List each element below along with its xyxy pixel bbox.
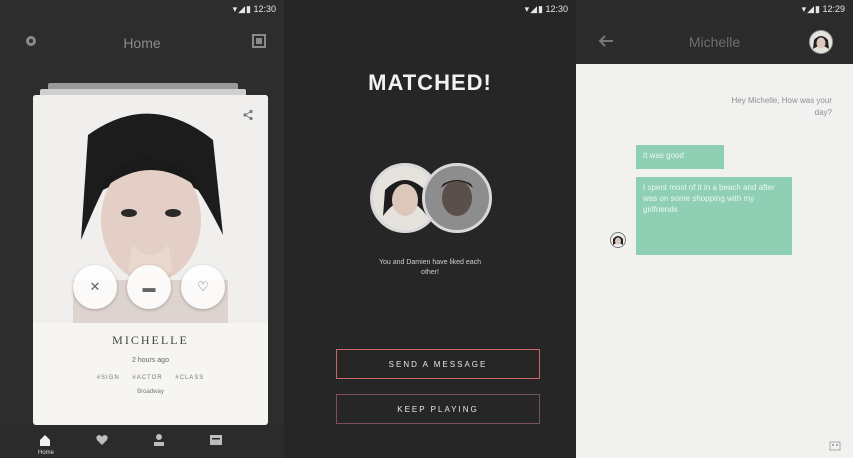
keep-playing-button[interactable]: KEEP PLAYING [336,394,540,424]
home-app-bar: Home [0,22,284,62]
status-bar: ▾◢▮ 12:30 [0,0,284,18]
home-screen: ▾◢▮ 12:30 Home ✕ ▬ ♡ MICHELLE 2 hours ag… [0,0,284,458]
status-bar: ▾◢▮ 12:29 [576,0,853,18]
message-button[interactable]: ▬ [127,265,171,309]
status-bar: ▾◢▮ 12:30 [284,0,576,18]
match-description: You and Damien have liked each other! [378,259,482,276]
dislike-button[interactable]: ✕ [73,265,117,309]
heart-icon: ♡ [197,279,209,294]
status-time: 12:30 [545,4,568,14]
send-message-button[interactable]: SEND A MESSAGE [336,349,540,379]
message-bubble: I spent most of it in a beach and after … [636,177,792,255]
profile-icon[interactable] [152,433,166,447]
signal-icons: ▾◢▮ [232,4,252,14]
tag: #SIGN [96,375,120,381]
chat-icon: ▬ [142,279,156,295]
qr-icon[interactable] [252,34,266,48]
status-time: 12:29 [822,4,845,14]
matches-icon[interactable] [95,433,109,447]
match-avatar [422,163,492,233]
chat-app-bar: Michelle [576,18,853,64]
matched-screen: ▾◢▮ 12:30 MATCHED! You and Damien have l… [284,0,576,458]
chat-screen: ▾◢▮ 12:29 Michelle Hey Michelle, How was… [576,0,853,458]
profile-tags: #SIGN #ACTOR #CLASS [33,375,268,381]
like-button[interactable]: ♡ [181,265,225,309]
sender-avatar [610,232,626,248]
page-title: Home [123,35,161,51]
home-icon[interactable] [38,433,52,447]
message-bubble: It was good [636,145,724,169]
bottom-nav: Home [0,425,284,458]
status-time: 12:30 [253,4,276,14]
profile-card[interactable]: ✕ ▬ ♡ MICHELLE 2 hours ago #SIGN #ACTOR … [33,95,268,425]
match-avatar-illustration [425,166,489,230]
profile-name: MICHELLE [112,333,189,347]
last-seen: 2 hours ago [132,357,169,364]
home-nav-label: Home [38,450,55,456]
chat-avatar-illustration [810,31,832,53]
signal-icons: ▾◢▮ [801,4,821,14]
tag: #ACTOR [132,375,163,381]
profile-location: Broadway [137,389,164,395]
matched-headline: MATCHED! [368,70,492,95]
signal-icons: ▾◢▮ [524,4,544,14]
messages-icon[interactable] [209,433,223,447]
share-icon[interactable] [242,109,254,121]
message-outgoing: Hey Michelle, How was your day? [731,96,832,117]
keyboard-icon[interactable] [829,440,841,452]
close-icon: ✕ [89,279,101,294]
sender-avatar-illustration [611,233,625,247]
tag: #CLASS [175,375,205,381]
chat-avatar[interactable] [809,30,833,54]
